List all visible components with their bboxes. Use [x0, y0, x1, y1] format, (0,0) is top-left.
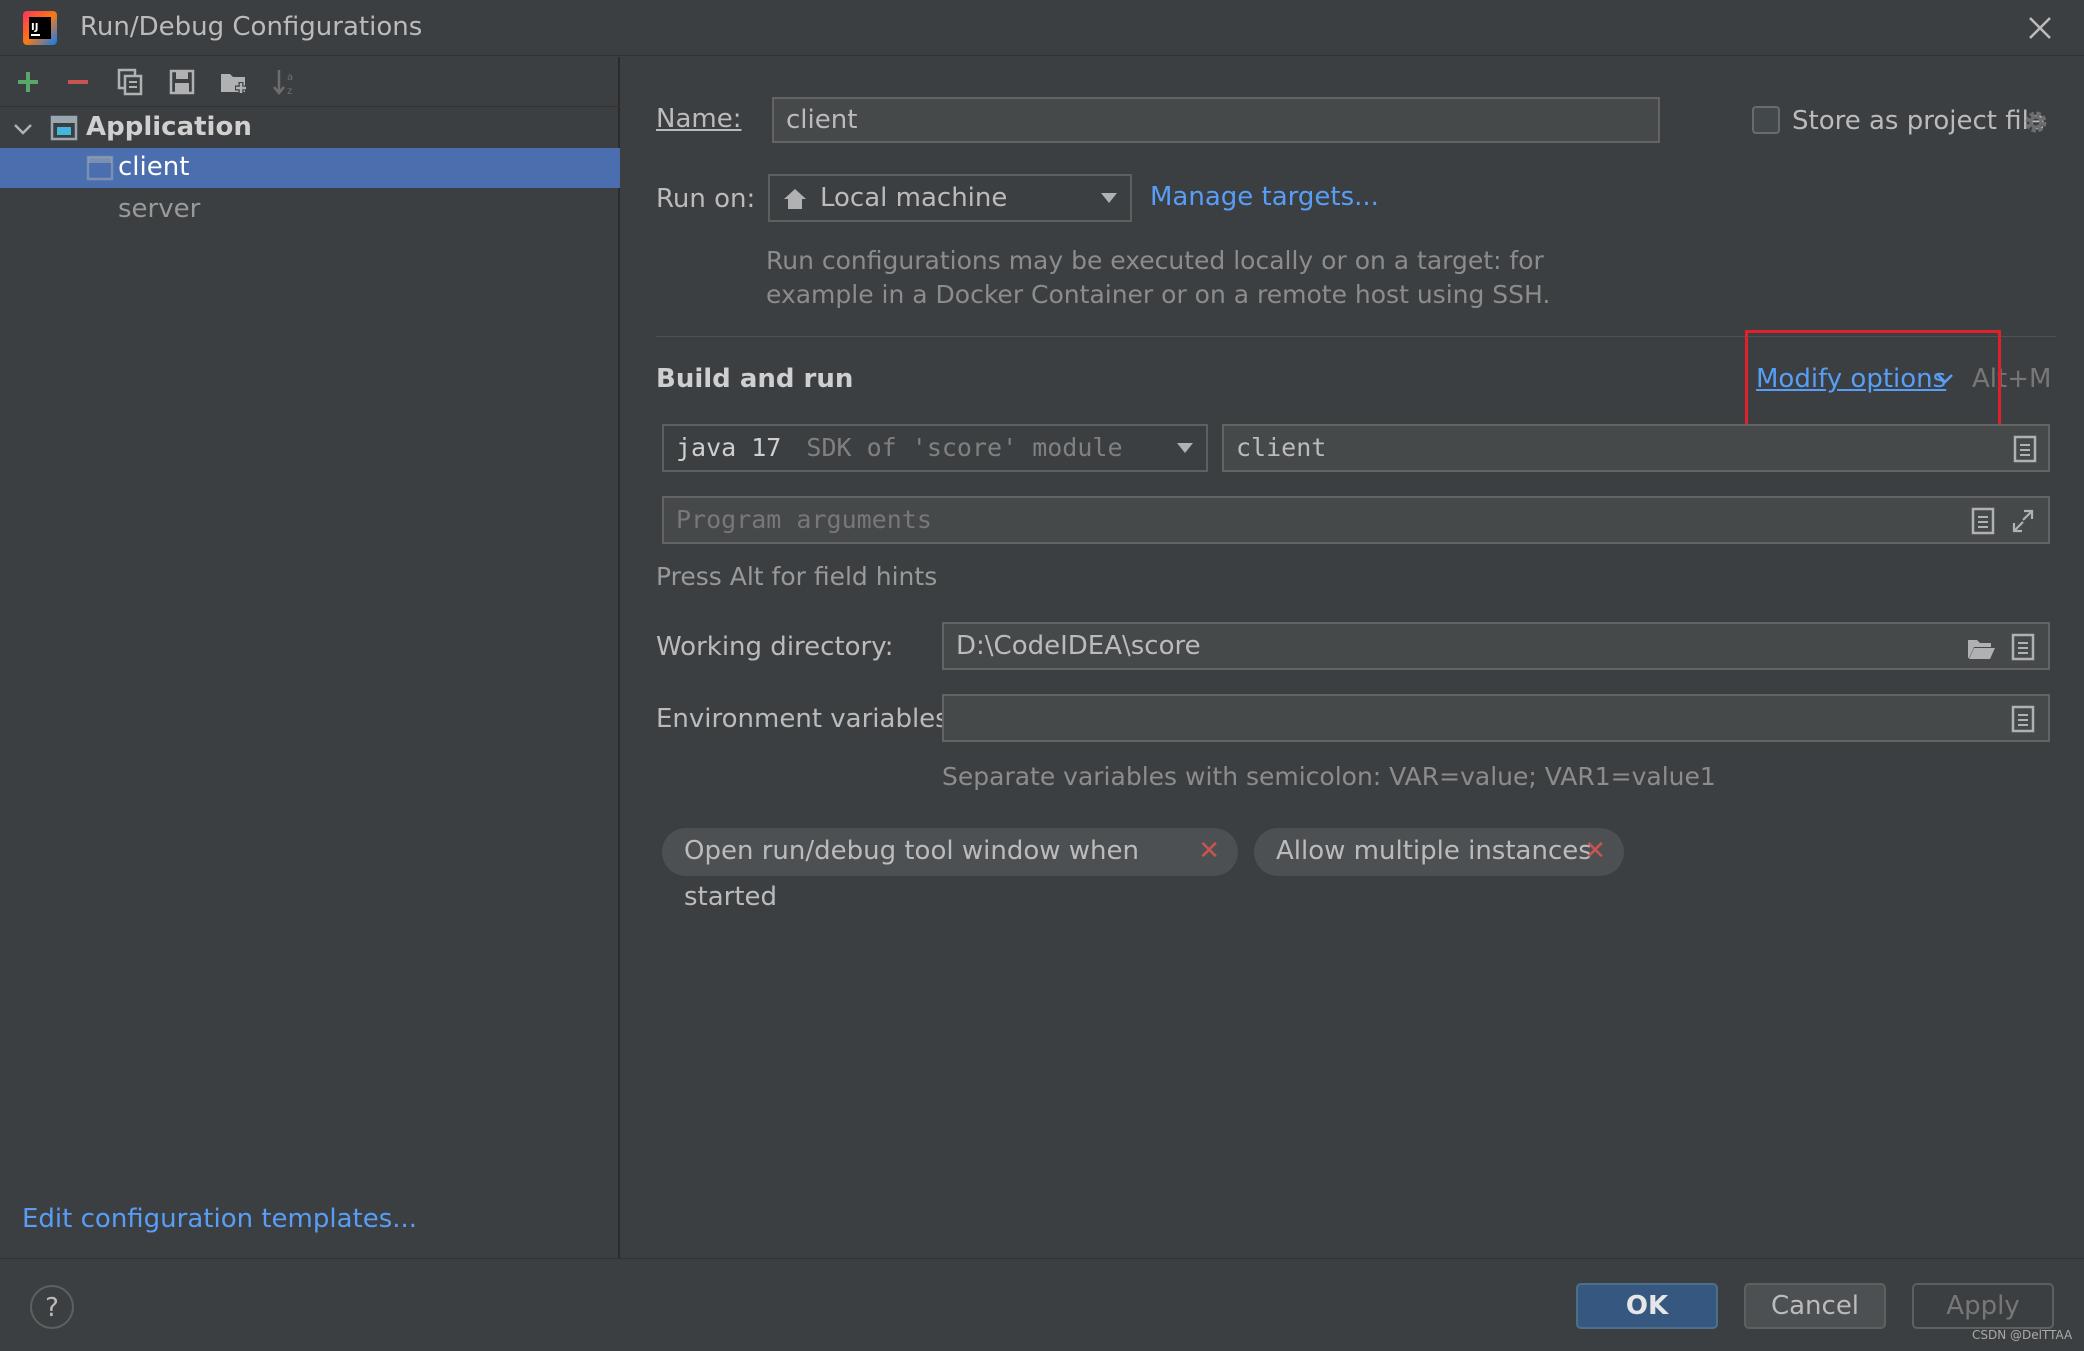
field-hints-text: Press Alt for field hints: [656, 562, 938, 591]
remove-chip-icon[interactable]: ✕: [1198, 828, 1220, 874]
browse-list-icon[interactable]: [2012, 435, 2038, 463]
intellij-logo-icon: IJ: [23, 11, 57, 45]
run-on-label: Run on:: [656, 184, 756, 214]
copy-icon[interactable]: [114, 66, 146, 98]
cancel-button[interactable]: Cancel: [1744, 1283, 1886, 1329]
window-title: Run/Debug Configurations: [80, 12, 423, 42]
application-icon: [50, 115, 78, 141]
tree-item-label: client: [118, 152, 190, 182]
dropdown-arrow-icon: [1177, 443, 1193, 453]
help-button[interactable]: ?: [30, 1285, 74, 1329]
remove-chip-icon[interactable]: ✕: [1584, 828, 1606, 874]
run-on-hint-line1: Run configurations may be executed local…: [766, 246, 1544, 275]
main-class-field[interactable]: client: [1222, 424, 2050, 472]
highlight-box: [1745, 330, 2001, 434]
chip-allow-multiple-instances[interactable]: Allow multiple instances ✕: [1254, 828, 1624, 876]
new-folder-icon[interactable]: [218, 66, 250, 98]
dropdown-arrow-icon: [1101, 193, 1117, 203]
working-directory-field[interactable]: D:\CodeIDEA\score: [942, 622, 2050, 670]
working-directory-label: Working directory:: [656, 632, 894, 662]
jdk-main: java 17: [676, 433, 782, 462]
add-icon[interactable]: [12, 66, 44, 98]
program-arguments-placeholder: Program arguments: [676, 505, 932, 534]
environment-variables-hint: Separate variables with semicolon: VAR=v…: [942, 762, 1716, 791]
configurations-panel: [0, 57, 620, 1258]
build-run-title: Build and run: [656, 364, 854, 394]
watermark-text: CSDN @DelTTAA: [1972, 1328, 2073, 1342]
tree-item-client[interactable]: client: [0, 148, 620, 188]
tree-group-label: Application: [86, 112, 252, 142]
toolbar-divider: [0, 106, 620, 107]
home-icon: [784, 189, 806, 209]
svg-text:z: z: [287, 86, 292, 97]
manage-targets-link[interactable]: Manage targets...: [1150, 182, 1379, 212]
browse-list-icon[interactable]: [2010, 705, 2036, 733]
jdk-dropdown[interactable]: java 17 SDK of 'score' module: [662, 424, 1208, 472]
tree-item-server[interactable]: server: [0, 190, 620, 230]
gear-icon[interactable]: [2022, 108, 2050, 136]
jdk-sub: SDK of 'score' module: [806, 433, 1123, 462]
ok-button[interactable]: OK: [1576, 1283, 1718, 1329]
run-on-dropdown[interactable]: Local machine: [768, 174, 1132, 222]
remove-icon[interactable]: [62, 66, 94, 98]
name-field[interactable]: client: [772, 97, 1660, 143]
chevron-down-icon[interactable]: [12, 118, 34, 140]
store-project-checkbox[interactable]: [1752, 106, 1780, 134]
run-on-value: Local machine: [820, 183, 1008, 213]
edit-templates-link[interactable]: Edit configuration templates...: [22, 1204, 417, 1234]
environment-variables-label: Environment variables:: [656, 704, 958, 734]
store-project-label[interactable]: Store as project file: [1792, 106, 2045, 136]
tree-item-label: server: [118, 194, 201, 224]
chip-label: Allow multiple instances: [1276, 836, 1592, 866]
chip-open-tool-window[interactable]: Open run/debug tool window when started …: [662, 828, 1238, 912]
close-icon[interactable]: [2022, 10, 2058, 46]
program-arguments-field[interactable]: Program arguments: [662, 496, 2050, 544]
browse-list-icon[interactable]: [2010, 633, 2036, 661]
apply-button[interactable]: Apply: [1912, 1283, 2054, 1329]
environment-variables-field[interactable]: [942, 694, 2050, 742]
svg-text:IJ: IJ: [31, 22, 38, 33]
chip-label: Open run/debug tool window when started: [684, 836, 1139, 912]
working-directory-value: D:\CodeIDEA\score: [956, 631, 1201, 661]
expand-icon[interactable]: [2010, 507, 2036, 535]
folder-open-icon[interactable]: [1966, 634, 1996, 662]
sort-icon[interactable]: a z: [270, 66, 302, 98]
save-icon[interactable]: [166, 66, 198, 98]
browse-list-icon[interactable]: [1970, 507, 1996, 535]
name-label: Name:: [656, 104, 742, 134]
application-config-icon: [86, 155, 114, 181]
tree-group-application[interactable]: Application: [0, 110, 620, 148]
run-on-hint-line2: example in a Docker Container or on a re…: [766, 280, 1551, 309]
main-class-value: client: [1236, 433, 1327, 462]
svg-text:a: a: [287, 72, 293, 83]
